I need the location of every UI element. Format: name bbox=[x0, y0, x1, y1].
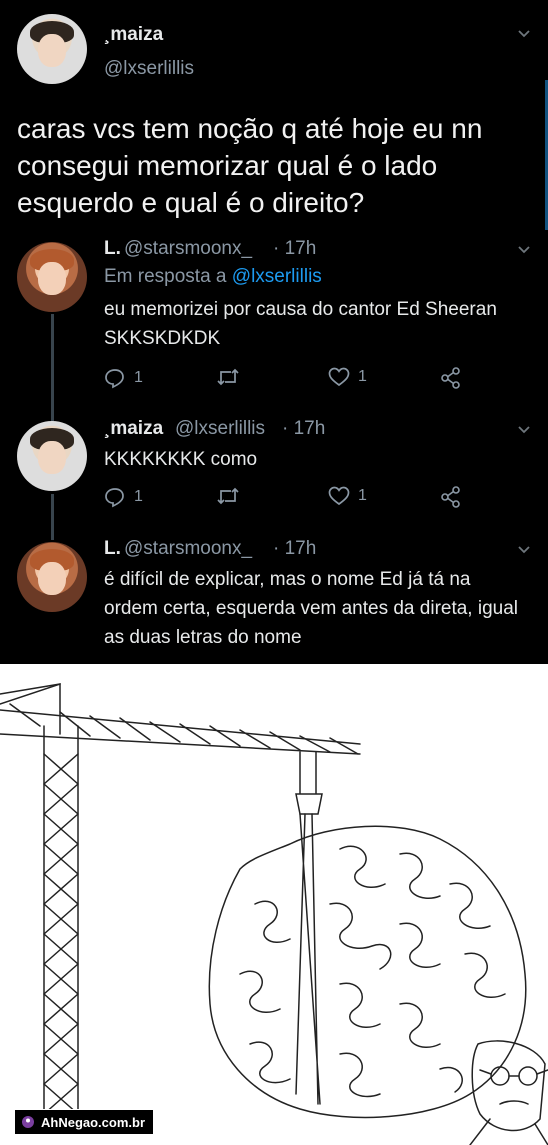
author-name[interactable]: ¸maiza bbox=[104, 418, 163, 440]
meme-illustration bbox=[0, 664, 548, 1145]
share-button[interactable] bbox=[440, 486, 462, 508]
retweet-icon bbox=[216, 367, 240, 387]
thread-line bbox=[51, 314, 54, 422]
chevron-down-icon[interactable] bbox=[518, 426, 530, 434]
author-name[interactable]: ¸maiza bbox=[104, 24, 163, 46]
chevron-down-icon[interactable] bbox=[518, 30, 530, 38]
tweet-text: caras vcs tem noção q até hoje eu nn con… bbox=[17, 113, 483, 218]
avatar[interactable] bbox=[17, 421, 87, 491]
avatar[interactable] bbox=[17, 242, 87, 312]
reply-context: Em resposta a @lxserlillis bbox=[104, 266, 322, 288]
author-handle[interactable]: @lxserlillis bbox=[175, 418, 265, 440]
reply-button[interactable]: 1 bbox=[104, 367, 143, 389]
chevron-down-icon[interactable] bbox=[518, 546, 530, 554]
like-count: 1 bbox=[358, 368, 367, 385]
comment-icon bbox=[104, 367, 126, 389]
reply-count: 1 bbox=[134, 369, 143, 386]
share-icon bbox=[440, 486, 462, 508]
reply-count: 1 bbox=[134, 488, 143, 505]
avatar[interactable] bbox=[17, 14, 87, 84]
share-button[interactable] bbox=[440, 367, 462, 389]
tweet-text: eu memorizei por causa do cantor Ed Shee… bbox=[104, 299, 497, 349]
retweet-icon bbox=[216, 486, 240, 506]
author-handle[interactable]: @starsmoonx_ bbox=[124, 238, 252, 260]
timestamp[interactable]: · 17h bbox=[282, 418, 325, 440]
heart-icon bbox=[328, 486, 350, 506]
author-name[interactable]: L. bbox=[104, 538, 121, 560]
author-handle[interactable]: @lxserlillis bbox=[104, 58, 194, 80]
heart-icon bbox=[328, 367, 350, 387]
reply-prefix: Em resposta a bbox=[104, 266, 227, 287]
tweet-actions: 1 1 bbox=[104, 367, 464, 391]
like-button[interactable]: 1 bbox=[328, 486, 367, 506]
chevron-down-icon[interactable] bbox=[518, 246, 530, 254]
thread-line bbox=[51, 494, 54, 540]
tweet-text: é difícil de explicar, mas o nome Ed já … bbox=[104, 569, 519, 648]
timestamp[interactable]: · 17h bbox=[273, 538, 316, 560]
reply-button[interactable]: 1 bbox=[104, 486, 143, 508]
like-count: 1 bbox=[358, 487, 367, 504]
retweet-button[interactable] bbox=[216, 486, 240, 506]
like-button[interactable]: 1 bbox=[328, 367, 367, 387]
crane-brain-drawing bbox=[0, 682, 548, 1145]
watermark-text: AhNegao.com.br bbox=[41, 1114, 146, 1130]
comment-icon bbox=[104, 486, 126, 508]
logo-icon bbox=[22, 1116, 34, 1128]
watermark-badge[interactable]: AhNegao.com.br bbox=[14, 1109, 155, 1135]
author-name[interactable]: L. bbox=[104, 238, 121, 260]
retweet-button[interactable] bbox=[216, 367, 240, 387]
share-icon bbox=[440, 367, 462, 389]
tweet-thread: ¸maiza @lxserlillis caras vcs tem noção … bbox=[0, 0, 548, 664]
tweet-text: KKKKKKKK como bbox=[104, 449, 258, 470]
avatar[interactable] bbox=[17, 542, 87, 612]
timestamp[interactable]: · 17h bbox=[273, 238, 316, 260]
author-handle[interactable]: @starsmoonx_ bbox=[124, 538, 252, 560]
reply-to-link[interactable]: @lxserlillis bbox=[232, 266, 322, 287]
tweet-actions: 1 1 bbox=[104, 486, 464, 510]
